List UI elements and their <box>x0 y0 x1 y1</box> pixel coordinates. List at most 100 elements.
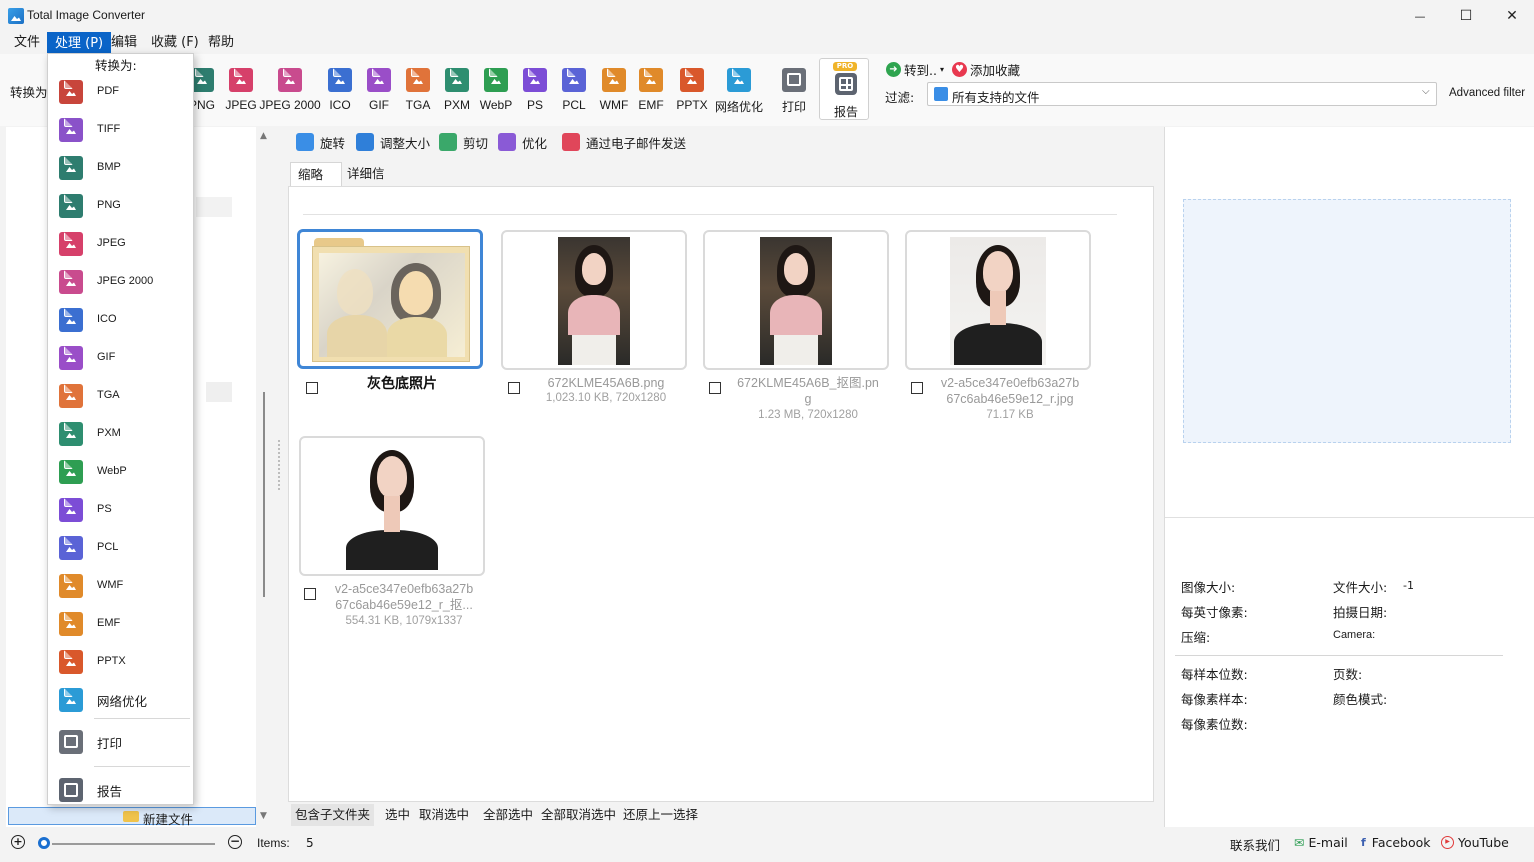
dropdown-item-pptx[interactable]: PPTX <box>48 643 193 681</box>
preview-neck <box>384 496 400 532</box>
format-button-label: PXM <box>444 98 471 112</box>
menu-process[interactable]: 处理 (P) <box>47 32 112 54</box>
dropdown-item-jpeg[interactable]: JPEG <box>48 225 193 263</box>
dropdown-item-pcl[interactable]: PCL <box>48 529 193 567</box>
scroll-down-arrow[interactable]: ▼ <box>260 811 267 821</box>
action-toolbar: 旋转 调整大小 剪切 优化 通过电子邮件发送 <box>290 130 1150 156</box>
filter-select[interactable]: 所有支持的文件 ⌵ <box>927 82 1437 106</box>
dropdown-item-jpeg-2000[interactable]: JPEG 2000 <box>48 263 193 301</box>
uncheck-all-button[interactable]: 全部取消选中 <box>537 804 620 826</box>
resize-button[interactable]: 调整大小 <box>356 130 430 154</box>
advanced-filter-link[interactable]: Advanced filter <box>1449 87 1525 99</box>
thumbnail-image[interactable] <box>501 230 687 370</box>
zoom-in-icon[interactable]: + <box>11 835 25 849</box>
thumbnail-folder[interactable] <box>297 229 483 369</box>
zoom-slider-handle[interactable] <box>38 837 50 849</box>
file-name-line2: 67c6ab46e59e12_r.jpg <box>946 392 1074 406</box>
facebook-link[interactable]: f Facebook <box>1361 835 1431 850</box>
image-format-icon <box>59 384 83 408</box>
dropdown-item-label: JPEG <box>97 237 126 249</box>
tab-details[interactable]: 详细信息 <box>340 162 400 205</box>
dropdown-item-ico[interactable]: ICO <box>48 301 193 339</box>
dropdown-item-label: TGA <box>97 389 120 401</box>
dropdown-item-emf[interactable]: EMF <box>48 605 193 643</box>
report-button[interactable]: PRO 报告 <box>819 58 869 120</box>
email-send-button[interactable]: 通过电子邮件发送 <box>562 130 686 154</box>
dropdown-item-gif[interactable]: GIF <box>48 339 193 377</box>
menu-file[interactable]: 文件 <box>7 32 47 54</box>
rotate-button[interactable]: 旋转 <box>296 130 345 154</box>
dropdown-item-png[interactable]: PNG <box>48 187 193 225</box>
format-button-tga[interactable]: TGA <box>406 54 430 124</box>
dropdown-item-ps[interactable]: PS <box>48 491 193 529</box>
app-icon <box>8 8 24 24</box>
dropdown-item-bmp[interactable]: BMP <box>48 149 193 187</box>
dropdown-item-tiff[interactable]: TIFF <box>48 111 193 149</box>
format-button-jpeg-2000[interactable]: JPEG 2000 <box>259 54 321 124</box>
image-format-icon <box>59 650 83 674</box>
maximize-button[interactable]: ☐ <box>1443 0 1489 32</box>
dropdown-item-网络优化[interactable]: 网络优化 <box>48 681 193 719</box>
format-button-jpeg[interactable]: JPEG <box>225 54 257 124</box>
format-button-webp[interactable]: WebP <box>480 54 512 124</box>
dropdown-item-pxm[interactable]: PXM <box>48 415 193 453</box>
check-button[interactable]: 选中 <box>381 804 414 826</box>
dropdown-item-label: ICO <box>97 313 117 325</box>
goto-button[interactable]: ➜ 转到.. ▾ <box>886 60 944 79</box>
tree-scrollbar[interactable]: ▲ ▼ <box>258 127 272 827</box>
zoom-slider-track[interactable] <box>52 843 215 845</box>
uncheck-button[interactable]: 取消选中 <box>415 804 473 826</box>
dropdown-item-pdf[interactable]: PDF <box>48 73 193 111</box>
tab-thumbnails[interactable]: 缩略图 <box>290 162 342 206</box>
email-link[interactable]: ✉ E-mail <box>1294 835 1348 850</box>
filter-label: 过滤: <box>885 90 915 105</box>
email-send-label: 通过电子邮件发送 <box>586 135 687 151</box>
pages-label: 页数: <box>1333 667 1363 682</box>
items-count: 5 <box>306 836 314 850</box>
include-subfolders-button[interactable]: 包含子文件夹 <box>291 804 375 826</box>
format-button-pxm[interactable]: PXM <box>444 54 471 124</box>
dropdown-item-report[interactable]: 报告 <box>48 771 193 809</box>
restore-selection-button[interactable]: 还原上一选择 <box>619 804 702 826</box>
maximize-icon: ☐ <box>1459 8 1473 24</box>
format-button-wmf[interactable]: WMF <box>600 54 628 124</box>
scroll-thumb[interactable] <box>263 392 265 597</box>
thumbnail-image[interactable] <box>905 230 1091 370</box>
format-button-pptx[interactable]: PPTX <box>676 54 708 124</box>
thumbnail-image[interactable] <box>299 436 485 576</box>
zoom-out-icon[interactable]: − <box>228 835 242 849</box>
add-favorite-button[interactable]: ♥ 添加收藏 <box>952 60 1020 79</box>
format-button-ico[interactable]: ICO <box>328 54 352 124</box>
preview-neck <box>990 291 1006 325</box>
format-button-gif[interactable]: GIF <box>367 54 391 124</box>
menu-edit[interactable]: 编辑 <box>104 32 144 54</box>
dropdown-item-webp[interactable]: WebP <box>48 453 193 491</box>
image-preview <box>950 237 1046 365</box>
check-all-button[interactable]: 全部选中 <box>479 804 537 826</box>
panel-splitter[interactable] <box>278 440 284 490</box>
dropdown-item-tga[interactable]: TGA <box>48 377 193 415</box>
crop-button[interactable]: 剪切 <box>439 130 488 154</box>
format-button-网络优化[interactable]: 网络优化 <box>715 54 763 124</box>
format-button-emf[interactable]: EMF <box>638 54 664 124</box>
print-button[interactable]: 打印 <box>778 54 810 124</box>
thumbnail-view[interactable]: 灰色底照片 672KLME45A6B.png 1,023.10 KB, 720x… <box>288 186 1154 802</box>
tree-item-new-folder[interactable]: 新建文件 <box>8 807 256 827</box>
minimize-button[interactable]: — <box>1397 0 1443 32</box>
dropdown-item-print[interactable]: 打印 <box>48 723 193 761</box>
format-button-pcl[interactable]: PCL <box>562 54 586 124</box>
menu-help[interactable]: 帮助 <box>201 32 241 54</box>
status-bar: + − Items: 5 联系我们 ✉ E-mail f Facebook ▶ You… <box>0 830 1534 862</box>
image-format-icon <box>727 68 751 92</box>
heart-icon: ♥ <box>952 62 967 77</box>
format-button-ps[interactable]: PS <box>523 54 547 124</box>
dropdown-item-wmf[interactable]: WMF <box>48 567 193 605</box>
contact-link[interactable]: 联系我们 <box>1230 835 1280 854</box>
scroll-up-arrow[interactable]: ▲ <box>260 131 267 141</box>
preview-torso <box>954 323 1042 365</box>
menu-favorites[interactable]: 收藏 (F) <box>144 32 206 54</box>
optimize-button[interactable]: 优化 <box>498 130 547 154</box>
thumbnail-image[interactable] <box>703 230 889 370</box>
close-button[interactable]: ✕ <box>1489 0 1534 32</box>
youtube-link[interactable]: ▶ YouTube <box>1441 835 1509 850</box>
